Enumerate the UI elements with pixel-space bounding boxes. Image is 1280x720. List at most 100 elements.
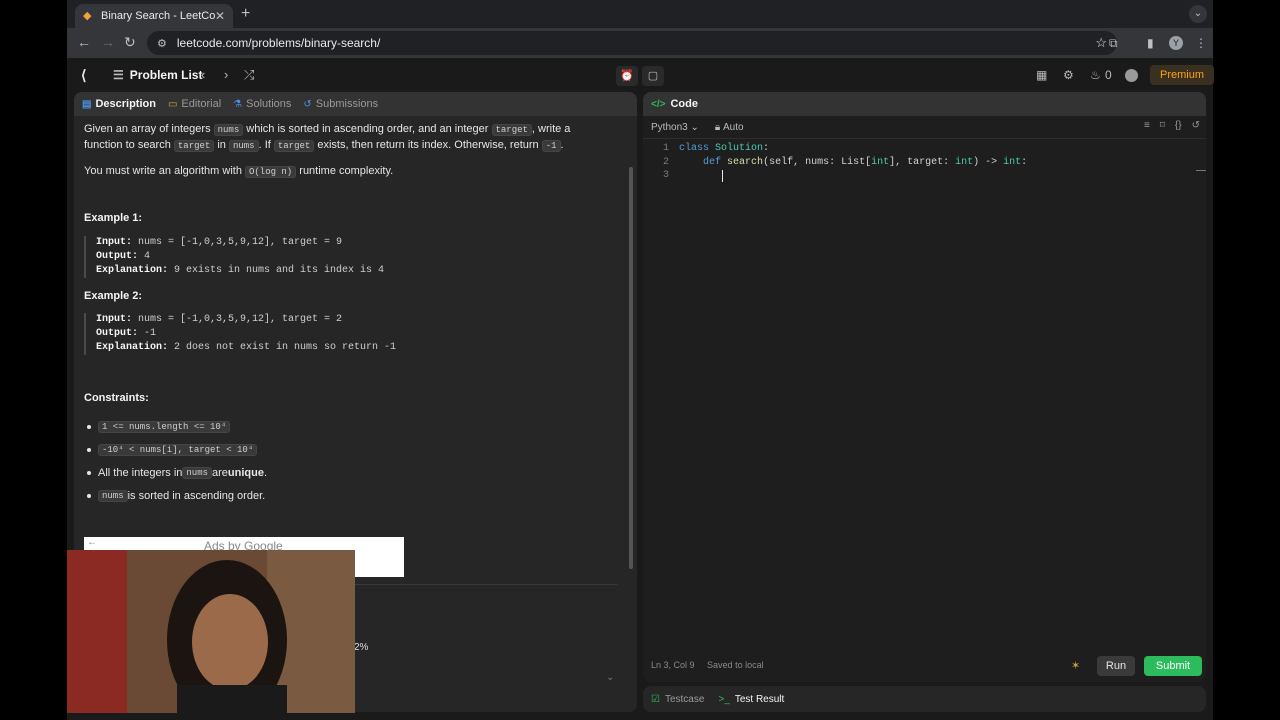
url-text[interactable]: leetcode.com/problems/binary-search/ (177, 36, 1095, 50)
new-tab-icon[interactable]: + (241, 5, 250, 23)
settings-gear-icon[interactable]: ⚙ (1063, 68, 1074, 82)
save-status: Saved to local (707, 660, 764, 670)
editor-actions: ≡ ⌑ {} ↺ (1144, 120, 1200, 131)
code-line: 1 class Solution: (643, 142, 1206, 156)
user-avatar[interactable] (1125, 69, 1138, 82)
reset-icon[interactable]: ↺ (1192, 120, 1200, 131)
editor-status: Ln 3, Col 9 Saved to local (651, 660, 774, 670)
submit-button[interactable]: Submit (1144, 656, 1202, 676)
leetcode-logo-icon[interactable]: ⟨ (81, 67, 86, 84)
inline-code: O(log n) (245, 166, 297, 178)
tab-editorial[interactable]: ▭ Editorial (168, 98, 221, 110)
tab-test-result[interactable]: >_ Test Result (718, 694, 784, 705)
terminal-icon: >_ (718, 693, 730, 705)
value: nums = [-1,0,3,5,9,12], target = 9 (132, 237, 343, 248)
text: which is sorted in ascending order, and … (243, 123, 492, 135)
text: . (263, 466, 268, 479)
random-problem-icon[interactable]: ⤮ (244, 67, 254, 83)
close-tab-icon[interactable]: ✕ (215, 9, 225, 23)
next-problem-icon[interactable]: › (224, 67, 228, 82)
premium-button[interactable]: Premium (1150, 65, 1214, 85)
description-tabs: ▤ Description ▭ Editorial ⚗ Solutions ↺ … (74, 92, 637, 116)
tab-submissions[interactable]: ↺ Submissions (303, 98, 378, 110)
sparkle-icon[interactable]: ✶ (1071, 659, 1080, 672)
text: are (212, 466, 228, 479)
cursor-position: Ln 3, Col 9 (651, 660, 695, 670)
prev-problem-icon[interactable]: ‹ (201, 67, 205, 82)
code-editor[interactable]: 1 class Solution: 2 def search(self, num… (643, 142, 1206, 183)
tab-label: Submissions (315, 98, 379, 110)
label: Input: (96, 237, 133, 248)
forward-icon[interactable]: → (101, 34, 115, 50)
chevron-down-icon[interactable]: ⌄ (606, 672, 614, 683)
inline-code: nums (182, 466, 212, 479)
tab-search-icon[interactable]: ⌄ (1189, 5, 1207, 23)
presenter-video (67, 550, 355, 713)
back-icon[interactable]: ← (77, 34, 91, 50)
tab-testcase[interactable]: ☑ Testcase (651, 694, 704, 705)
notes-icon[interactable]: ▢ (642, 66, 664, 86)
value: 9 exists in nums and its index is 4 (168, 265, 385, 276)
leetcode-header: ⟨ ☰ Problem List ‹ › ⤮ ⏰ ▢ ▦ ⚙ ♨ 0 Premi… (67, 58, 1214, 92)
inline-code: 1 <= nums.length <= 10⁴ (98, 420, 231, 433)
tab-description[interactable]: ▤ Description (82, 98, 156, 110)
tab-label: Code (670, 98, 698, 110)
text: exists, then return its index. Otherwise… (314, 139, 542, 151)
problem-list-button[interactable]: ☰ Problem List (113, 68, 202, 82)
statement-paragraph: Given an array of integers nums which is… (84, 122, 604, 154)
run-button[interactable]: Run (1097, 656, 1135, 676)
label: Explanation: (96, 265, 169, 276)
timer-icon[interactable]: ⏰ (616, 66, 638, 86)
minimap-marker (1196, 170, 1206, 171)
constraints-title: Constraints: (84, 392, 149, 404)
inline-code: target (491, 124, 532, 136)
reload-icon[interactable]: ↻ (124, 34, 136, 51)
code-line: 3 (643, 169, 1206, 183)
complexity-paragraph: You must write an algorithm with O(log n… (84, 164, 604, 180)
book-icon: ▭ (167, 98, 178, 110)
text-cursor (722, 169, 723, 182)
browser-menu-icon[interactable]: ⋮ (1195, 36, 1207, 50)
address-bar[interactable]: ⚙ leetcode.com/problems/binary-search/ ☆ (147, 31, 1117, 55)
extensions-icon[interactable]: ⧉ (1109, 36, 1118, 51)
text: unique (227, 466, 264, 479)
line-number: 2 (662, 156, 669, 168)
bookmark-icon[interactable]: ⌑ (1160, 120, 1165, 131)
streak-fire-icon[interactable]: ♨ (1090, 68, 1101, 82)
profile-avatar[interactable]: Y (1169, 36, 1183, 50)
scrollbar[interactable] (629, 167, 633, 569)
tab-code[interactable]: </> Code (643, 92, 1206, 116)
inline-code: -1 (541, 140, 561, 152)
inline-code: -10⁴ < nums[i], target < 10⁴ (98, 443, 258, 456)
tab-label: Description (95, 98, 156, 110)
layout-icon[interactable]: ▦ (1036, 68, 1047, 82)
mode-label[interactable]: Auto (723, 122, 744, 133)
flask-icon: ⚗ (233, 98, 243, 110)
tab-title: Binary Search - LeetCode (101, 10, 215, 22)
tab-label: Test Result (734, 693, 785, 705)
problem-list-label: Problem List (129, 68, 203, 82)
browser-tab[interactable]: ◆ Binary Search - LeetCode ✕ (75, 4, 233, 28)
tab-solutions[interactable]: ⚗ Solutions (233, 98, 291, 110)
streak-count: 0 (1105, 68, 1112, 82)
side-panel-icon[interactable]: ▮ (1147, 36, 1154, 50)
browser-toolbar: ← → ↻ ⚙ leetcode.com/problems/binary-sea… (67, 28, 1213, 58)
bookmark-star-icon[interactable]: ☆ (1095, 35, 1107, 51)
format-icon[interactable]: ≡ (1144, 120, 1150, 131)
webcam-overlay (67, 550, 355, 713)
example-1-title: Example 1: (84, 212, 143, 224)
braces-icon[interactable]: {} (1175, 120, 1182, 131)
example-2-block: Input: nums = [-1,0,3,5,9,12], target = … (84, 313, 396, 355)
checkbox-icon: ☑ (651, 693, 660, 705)
value: 2 does not exist in nums so return -1 (168, 342, 397, 353)
chevron-down-icon: ⌄ (690, 121, 699, 133)
list-item: All the integers in nums are unique. (84, 461, 267, 484)
tab-strip: ◆ Binary Search - LeetCode ✕ + ⌄ (67, 0, 1213, 28)
text: All the integers in (98, 466, 183, 479)
list-item: -10⁴ < nums[i], target < 10⁴ (84, 438, 267, 461)
ad-back-icon[interactable]: ← (87, 537, 97, 548)
site-info-icon[interactable]: ⚙ (157, 37, 167, 50)
test-panel: ☑ Testcase >_ Test Result (643, 686, 1206, 712)
language-select[interactable]: Python3 ⌄ (651, 122, 699, 133)
code-line: 2 def search(self, nums: List[int], targ… (643, 156, 1206, 170)
